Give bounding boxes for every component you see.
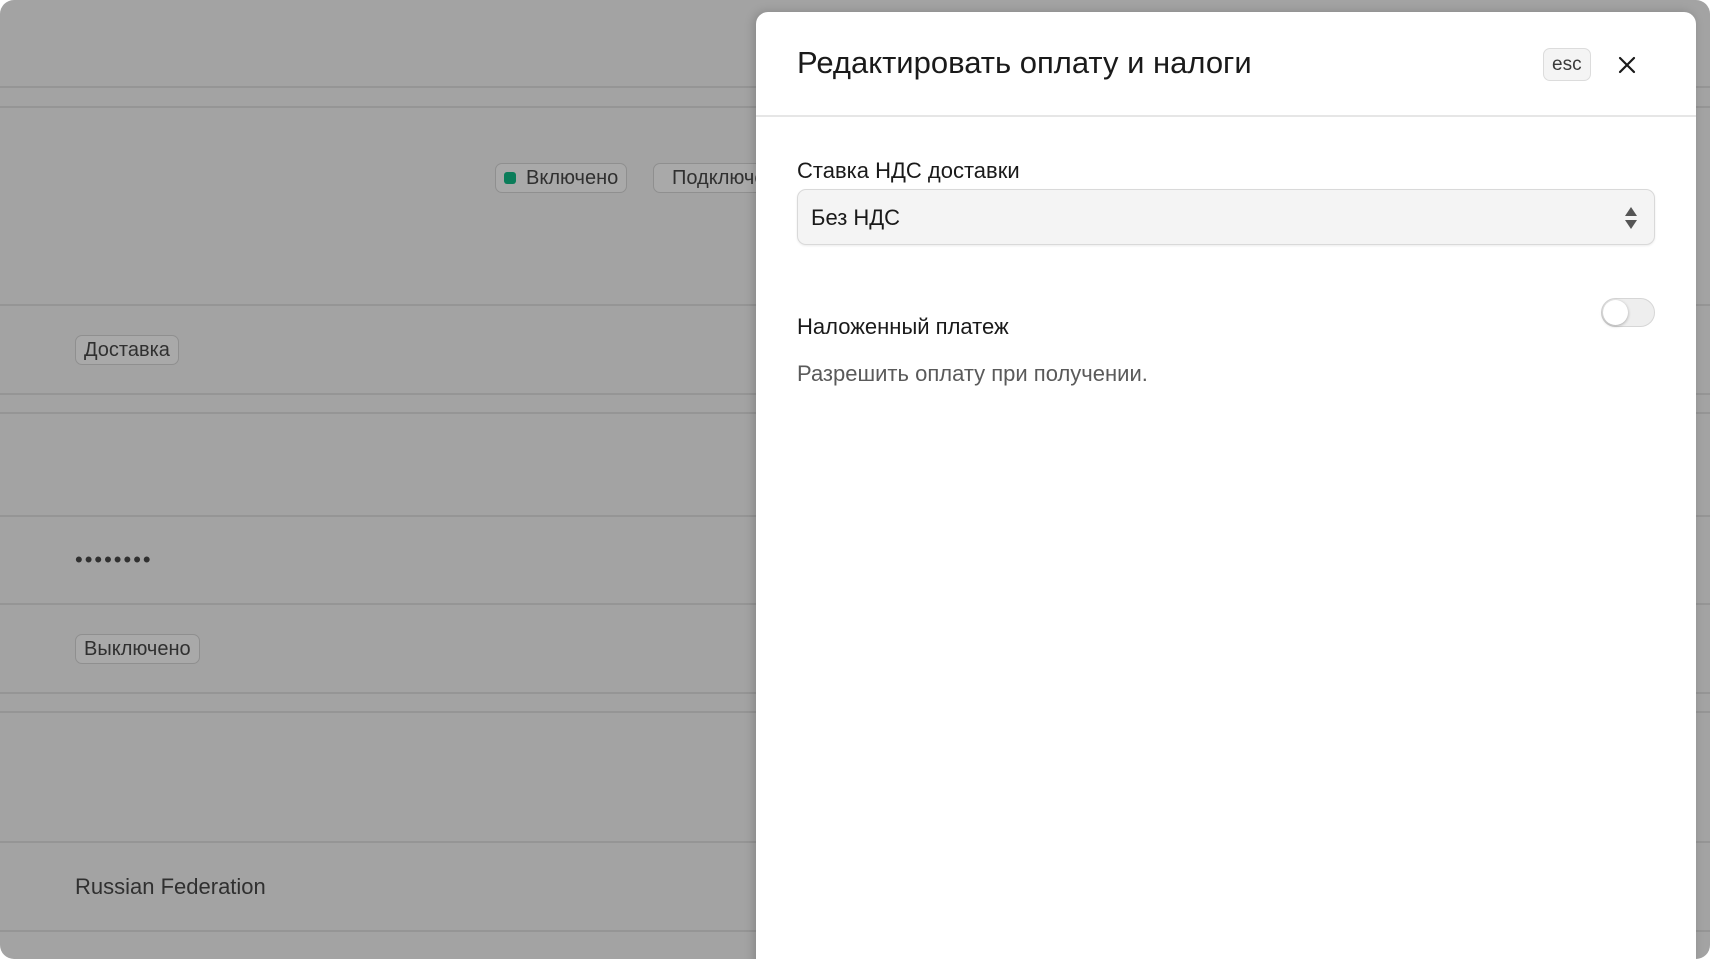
- status-badge-enabled: Включено: [495, 163, 628, 193]
- drawer-header: Редактировать оплату и налоги esc: [756, 12, 1696, 117]
- status-dot-icon: [504, 172, 516, 184]
- vat-rate-select[interactable]: Без НДС: [797, 189, 1655, 245]
- close-icon: [1618, 56, 1636, 74]
- app-window: Включено Подключено Доставка •••••••• Вы…: [0, 0, 1710, 959]
- close-button[interactable]: [1614, 52, 1640, 78]
- delivery-badge-label: Доставка: [84, 338, 170, 361]
- off-badge: Выключено: [75, 634, 200, 664]
- cod-description: Разрешить оплату при получении.: [797, 361, 1148, 386]
- cod-label: Наложенный платеж: [797, 314, 1009, 339]
- vat-rate-selected-value: Без НДС: [811, 205, 901, 230]
- delivery-badge: Доставка: [75, 335, 179, 365]
- status-badge-label: Включено: [526, 166, 619, 189]
- country-value: Russian Federation: [75, 874, 266, 899]
- drawer-title: Редактировать оплату и налоги: [797, 45, 1252, 80]
- esc-shortcut-hint: esc: [1543, 48, 1591, 81]
- toggle-knob: [1603, 300, 1628, 325]
- vat-rate-label: Ставка НДС доставки: [797, 158, 1020, 183]
- password-mask: ••••••••: [75, 547, 153, 572]
- status-badge-connected: Подключено: [653, 163, 773, 193]
- select-arrows-icon: [1625, 207, 1637, 229]
- edit-payment-drawer: Редактировать оплату и налоги esc Ставка…: [756, 12, 1696, 959]
- off-badge-label: Выключено: [84, 637, 191, 660]
- cod-toggle[interactable]: [1601, 298, 1655, 327]
